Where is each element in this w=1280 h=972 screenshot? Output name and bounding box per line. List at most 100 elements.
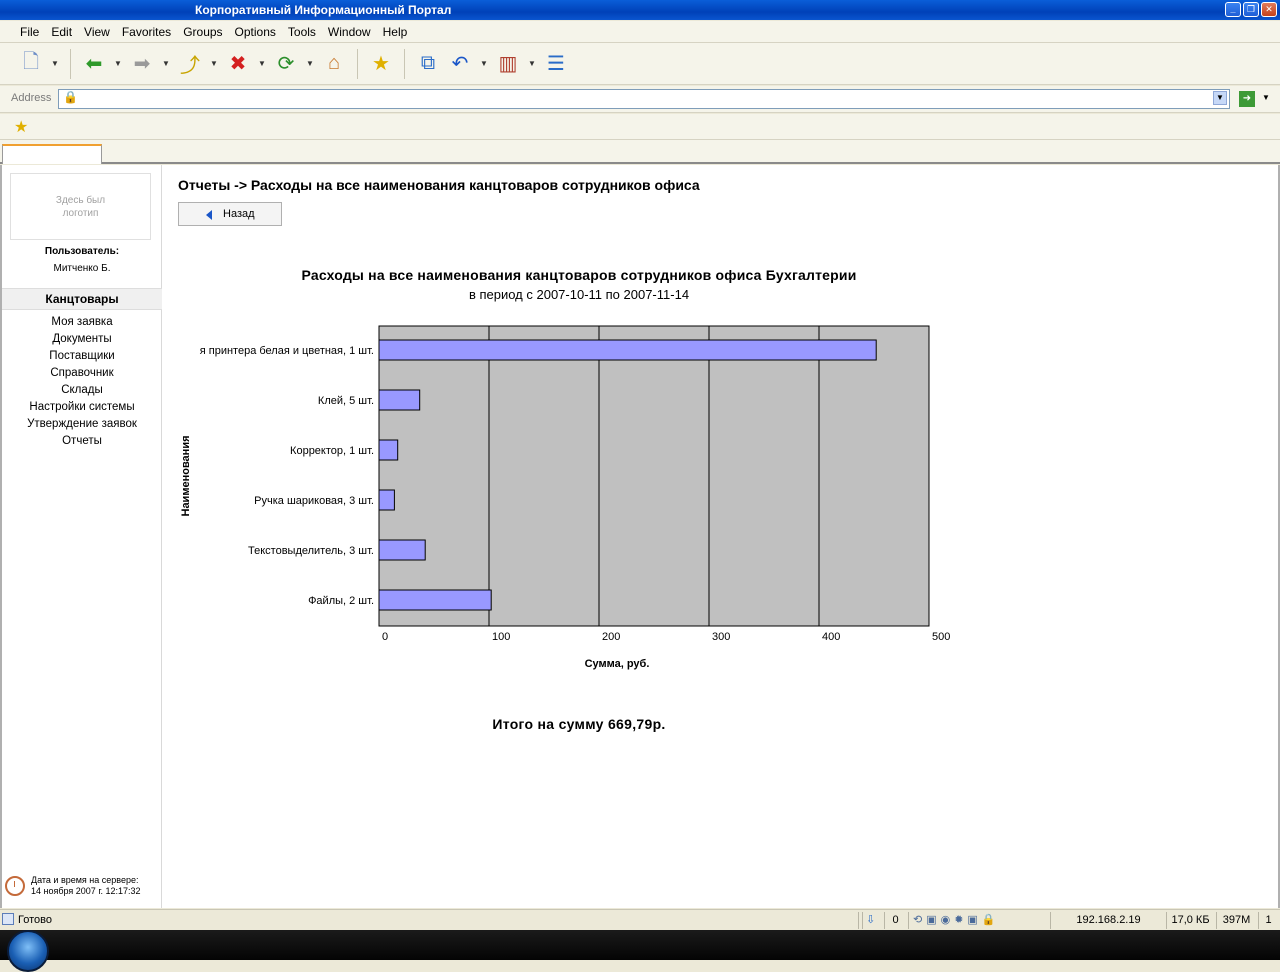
list-view-icon[interactable]: ☰	[543, 51, 569, 77]
category-label: я принтера белая и цветная, 1 шт.	[200, 345, 374, 357]
go-icon[interactable]: ➜	[1239, 91, 1255, 107]
start-button[interactable]	[7, 930, 49, 972]
sidebar-item-approval[interactable]: Утверждение заявок	[2, 416, 162, 433]
status-segment-empty	[858, 912, 859, 929]
x-tick-label: 0	[382, 631, 388, 643]
sidebar-item-reports[interactable]: Отчеты	[2, 433, 162, 450]
menu-bar: File Edit View Favorites Groups Options …	[0, 21, 1280, 43]
stop-dropdown-icon[interactable]: ▼	[257, 51, 267, 77]
download-counter: 0	[884, 912, 906, 929]
page-title: Отчеты -> Расходы на все наименования ка…	[178, 177, 700, 193]
status-bar: Готово ⇩ 0 ⟲▣◉✹▣🔒 192.168.2.19 17,0 КБ 3…	[0, 909, 1280, 930]
plot-area	[378, 325, 930, 627]
server-time-value: 14 ноября 2007 г. 12:17:32	[31, 886, 141, 896]
page-content: Здесь был логотип Пользователь: Митченко…	[0, 165, 1280, 908]
home-icon[interactable]: ⌂	[321, 51, 347, 77]
back-dropdown-icon[interactable]: ▼	[113, 51, 123, 77]
tab-strip	[0, 140, 1280, 164]
undo-icon[interactable]: ↶	[447, 51, 473, 77]
back-button[interactable]: Назад	[178, 202, 282, 226]
tab-current[interactable]	[2, 144, 102, 164]
category-label: Клей, 5 шт.	[318, 395, 374, 407]
back-arrow-icon	[206, 210, 212, 220]
add-favorite-icon[interactable]: ★	[14, 117, 28, 137]
back-icon[interactable]: ⬅	[81, 51, 107, 77]
menu-help[interactable]: Help	[383, 25, 408, 39]
forward-icon[interactable]: ➡	[129, 51, 155, 77]
lock-icon: 🔒	[63, 90, 78, 104]
x-tick-label: 400	[822, 631, 840, 643]
sidebar-item-warehouses[interactable]: Склады	[2, 382, 162, 399]
status-page: 1	[1258, 912, 1278, 929]
toolbar-separator	[70, 48, 71, 79]
toolbar-separator	[404, 48, 405, 79]
user-label: Пользователь:	[44, 246, 120, 257]
x-tick-label: 100	[492, 631, 510, 643]
bar	[378, 439, 399, 461]
refresh-icon[interactable]: ⟳	[273, 51, 299, 77]
status-memory: 397M	[1216, 912, 1256, 929]
sidebar-item-documents[interactable]: Документы	[2, 331, 162, 348]
category-label: Файлы, 2 шт.	[308, 595, 374, 607]
chart-subtitle: в период с 2007-10-11 по 2007-11-14	[468, 287, 690, 302]
favorites-bar: ★	[0, 114, 1280, 140]
category-label: Текстовыделитель, 3 шт.	[248, 545, 374, 557]
y-axis-label: Наименования	[180, 435, 192, 516]
download-icon[interactable]: ⇩	[862, 912, 882, 929]
new-page-icon[interactable]: 🗋	[18, 51, 44, 77]
status-icons: ⟲▣◉✹▣🔒	[908, 912, 1028, 929]
window-title: Корпоративный Информационный Портал	[195, 3, 452, 17]
category-labels: я принтера белая и цветная, 1 шт. Клей, 5…	[200, 345, 374, 607]
stop-icon[interactable]: ✖	[225, 51, 251, 77]
sidebar-item-my-request[interactable]: Моя заявка	[2, 314, 162, 331]
toolbar: 🗋 ▼ ⬅ ▼ ➡ ▼ ⤴ ▼ ✖ ▼ ⟳ ▼ ⌂ ★ ⧉ ↶ ▼ ▥ ▼ ☰	[0, 43, 1280, 85]
minimize-button[interactable]: _	[1225, 2, 1241, 17]
favorites-star-icon[interactable]: ★	[368, 51, 394, 77]
bar-chart: я принтера белая и цветная, 1 шт. Клей, 5…	[180, 325, 950, 670]
sidebar-item-suppliers[interactable]: Поставщики	[2, 348, 162, 365]
section-title: Канцтовары	[2, 288, 162, 310]
tile-windows-icon[interactable]: ▥	[495, 51, 521, 77]
x-tick-label: 200	[602, 631, 620, 643]
menu-favorites[interactable]: Favorites	[122, 25, 171, 39]
chart-title: Расходы на все наименования канцтоваров …	[301, 267, 857, 283]
sidebar-item-settings[interactable]: Настройки системы	[2, 399, 162, 416]
address-label: Address	[11, 92, 52, 104]
status-size: 17,0 КБ	[1166, 912, 1214, 929]
menu-options[interactable]: Options	[235, 25, 276, 39]
menu-file[interactable]: File	[20, 25, 39, 39]
page-status-icon	[2, 913, 14, 925]
status-text: Готово	[18, 914, 52, 926]
restore-button[interactable]: ❐	[1243, 2, 1259, 17]
tile-dropdown-icon[interactable]: ▼	[527, 51, 537, 77]
up-dropdown-icon[interactable]: ▼	[209, 51, 219, 77]
new-page-dropdown-icon[interactable]: ▼	[50, 51, 60, 77]
open-window-icon[interactable]: ⧉	[415, 51, 441, 77]
go-dropdown-icon[interactable]: ▼	[1262, 93, 1270, 102]
back-button-label: Назад	[223, 208, 255, 220]
menu-edit[interactable]: Edit	[51, 25, 72, 39]
forward-dropdown-icon[interactable]: ▼	[161, 51, 171, 77]
window-controls: _ ❐ ✕	[1225, 2, 1277, 17]
bar	[378, 489, 395, 511]
clock-icon	[5, 876, 25, 896]
up-folder-icon[interactable]: ⤴	[177, 51, 203, 77]
menu-window[interactable]: Window	[328, 25, 371, 39]
menu-groups[interactable]: Groups	[183, 25, 222, 39]
server-time: Дата и время на сервере: 14 ноября 2007 …	[31, 875, 141, 897]
bar	[378, 539, 426, 561]
refresh-dropdown-icon[interactable]: ▼	[305, 51, 315, 77]
total-sum: Итого на сумму 669,79р.	[492, 716, 666, 732]
taskbar	[0, 930, 1280, 972]
bar	[378, 339, 877, 361]
close-button[interactable]: ✕	[1261, 2, 1277, 17]
menu-view[interactable]: View	[84, 25, 110, 39]
sidebar: Здесь был логотип Пользователь: Митченко…	[2, 165, 162, 908]
address-input[interactable]	[58, 89, 1230, 109]
address-dropdown-icon[interactable]: ▼	[1213, 91, 1227, 105]
undo-dropdown-icon[interactable]: ▼	[479, 51, 489, 77]
toolbar-separator	[357, 48, 358, 79]
user-name: Митченко Б.	[53, 263, 111, 274]
sidebar-item-reference[interactable]: Справочник	[2, 365, 162, 382]
menu-tools[interactable]: Tools	[288, 25, 316, 39]
